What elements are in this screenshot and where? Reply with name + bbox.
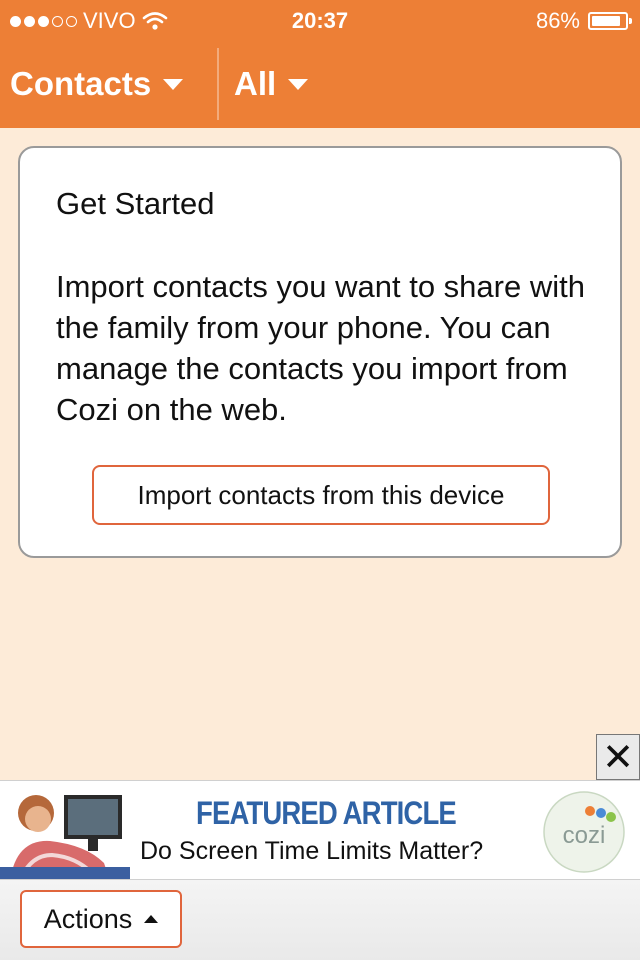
contacts-dropdown-label: Contacts [10,65,152,102]
import-contacts-button[interactable]: Import contacts from this device [92,465,550,525]
contacts-dropdown[interactable]: Contacts [10,40,184,128]
ad-subheadline: Do Screen Time Limits Matter? [140,837,484,865]
status-bar: VIVO 20:37 86% [0,0,640,40]
cozi-logo: cozi [543,791,625,873]
card-body-text: Import contacts you want to share with t… [56,269,585,427]
card-title: Get Started [56,186,215,221]
chevron-down-icon [288,78,309,90]
filter-dropdown-label: All [234,65,277,102]
ad-headline: FEATURED ARTICLE [196,795,457,831]
battery-fill [592,16,620,26]
battery-icon [588,12,632,30]
battery-nub [629,18,632,24]
ad-banner[interactable]: FEATURED ARTICLE Do Screen Time Limits M… [0,780,640,880]
actions-button-label: Actions [43,903,133,934]
actions-button[interactable]: Actions [20,890,182,948]
ad-close-button[interactable]: ✕ [596,734,640,780]
close-icon: ✕ [602,736,634,779]
get-started-card: Get Started Import contacts you want to … [18,146,622,558]
status-right: 86% [535,8,632,34]
battery-percent: 86% [535,8,580,33]
nav-divider [217,48,219,120]
cozi-logo-text: cozi [563,822,606,849]
bottom-toolbar: Actions [0,880,640,960]
filter-dropdown[interactable]: All [234,40,309,128]
header: VIVO 20:37 86% Contacts All [0,0,640,128]
chevron-up-icon [144,915,159,923]
ad-photo [0,781,130,879]
chevron-down-icon [163,78,184,90]
nav-bar: Contacts All [0,40,640,128]
